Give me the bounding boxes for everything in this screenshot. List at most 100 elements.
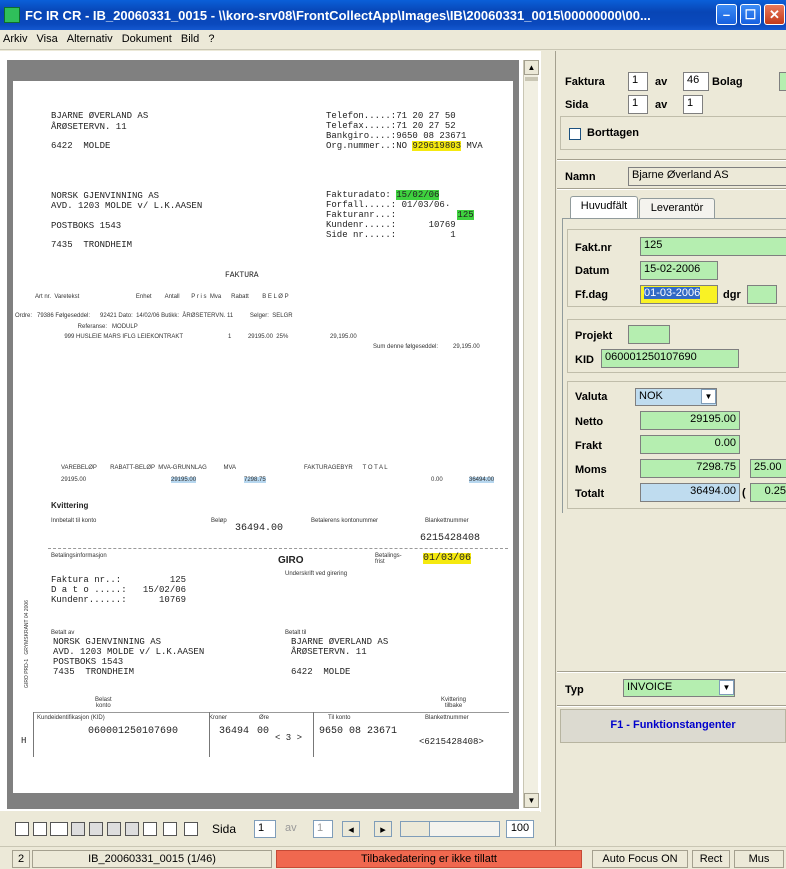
totalt-round-input[interactable]: 0.25 [750,483,786,502]
zoom-value[interactable]: 100 [506,820,534,838]
doc-belop-label: Beløp [211,518,227,524]
page-single-icon[interactable] [143,822,157,836]
sida-panel-input[interactable]: 1 [628,95,648,114]
doc-buyer-addr: AVD. 1203 MOLDE v/ L.K.AASEN [51,201,203,211]
next-page-icon[interactable] [107,822,121,836]
totalt-input[interactable]: 36494.00 [640,483,740,502]
status-rect: Rect [692,850,730,868]
doc-betalt-av: Betalt av [51,630,75,636]
page-portrait-icon[interactable] [15,822,29,836]
minimize-button[interactable]: – [716,4,737,25]
page-copy-icon[interactable] [184,822,198,836]
totalt-paren: ( [742,487,746,499]
doc-gi-seller-city: 6422 MOLDE [291,667,351,677]
doc-kroner-value: 36494 [219,726,250,737]
page-fit-icon[interactable] [33,822,47,836]
projekt-input[interactable] [628,325,670,344]
doc-side: Side nr.....: 1 [326,230,456,240]
doc-gi-kundenr: Kundenr......: 10769 [51,595,187,605]
sida-panel-label: Sida [565,99,589,111]
faktnr-input[interactable]: 125 [640,237,786,256]
maximize-button[interactable]: ☐ [740,4,761,25]
invoice-image[interactable]: BJARNE ØVERLAND AS ÅRØSETERVN. 11 6422 M… [13,81,513,793]
close-button[interactable]: ✕ [764,4,785,25]
doc-orgnr: Org.nummer..:NO 929619803 MVA [326,141,483,151]
borttagen-checkbox[interactable] [569,128,581,140]
moms-rate-input[interactable]: 25.00 [750,459,786,478]
menu-bar: Arkiv Visa Alternativ Dokument Bild ? [0,30,786,50]
doc-gi-buyer-box: POSTBOKS 1543 [53,657,124,667]
doc-betalingsinfo: Betalingsinformasjon [51,553,107,559]
vertical-scrollbar[interactable]: ▲ ▼ [523,60,539,808]
doc-kundenr: Kundenr.....: 10769 [326,220,456,230]
status-left-num: 2 [12,850,30,868]
status-mus: Mus [734,850,784,868]
doc-heading: FAKTURA [225,271,259,280]
zoom-right-icon[interactable]: ▸ [374,821,392,837]
scroll-thumb[interactable] [525,77,538,81]
typ-label: Typ [565,684,584,696]
doc-order-line: Ordre: 79386 Følgeseddel: 92421 Dato: 14… [15,313,293,319]
tab-leverantor[interactable]: Leverantör [639,198,715,218]
menu-arkiv[interactable]: Arkiv [0,30,30,45]
prev-page-icon[interactable] [89,822,103,836]
valuta-label: Valuta [575,391,608,403]
datum-input[interactable]: 15-02-2006 [640,261,718,280]
zoom-slider-thumb[interactable] [400,821,430,837]
faktura-total: 46 [683,72,709,91]
doc-totals-headers: VAREBELØP RABATT-BELØP MVA-GRUNNLAG MVA … [61,465,388,471]
status-bar: 2 IB_20060331_0015 (1/46) Tilbakedaterin… [0,846,786,869]
scroll-down-icon[interactable]: ▼ [524,793,539,808]
f1-functions-link[interactable]: F1 - Funktionstangenter [560,719,786,731]
tab-huvudfalt[interactable]: Huvudfält [570,196,638,218]
faktura-index-input[interactable]: 1 [628,72,648,91]
page-double-icon[interactable] [163,822,177,836]
menu-help[interactable]: ? [205,30,217,45]
title-bar: FC IR CR - IB_20060331_0015 - \\koro-srv… [0,0,786,30]
dgr-label: dgr [723,289,741,301]
av-value: 1 [313,820,333,838]
menu-dokument[interactable]: Dokument [119,30,175,45]
doc-underskrift: Underskrift ved girering [285,571,348,577]
doc-belop-value: 36494.00 [235,523,284,534]
doc-kvittering-tilbake: Kvittering tilbake [441,697,467,709]
doc-giro: GIRO [278,555,304,566]
moms-label: Moms [575,464,607,476]
doc-belast-konto: Belast konto [95,697,112,709]
typ-dropdown-icon[interactable]: ▼ [719,680,734,695]
doc-blankettnr-value: 6215428408 [420,533,481,544]
doc-gi-buyer-addr: AVD. 1203 MOLDE v/ L.K.AASEN [53,647,205,657]
borttagen-label: Borttagen [587,127,639,139]
doc-gi-seller-name: BJARNE ØVERLAND AS [291,637,389,647]
scroll-up-icon[interactable]: ▲ [524,60,539,75]
sida-input[interactable]: 1 [254,820,276,838]
faktura-av-label: av [655,76,668,88]
doc-fakturadato-highlight: 15/02/06 [396,190,440,200]
doc-fax: Telefax.....:71 20 27 52 [326,121,456,131]
menu-alternativ[interactable]: Alternativ [64,30,116,45]
ffdag-input[interactable]: 01-03-2006 [640,285,718,304]
moms-input[interactable]: 7298.75 [640,459,740,478]
bolag-label: Bolag [712,76,743,88]
datum-label: Datum [575,265,610,277]
pane-splitter[interactable] [540,51,556,846]
doc-seller-name: BJARNE ØVERLAND AS [51,111,149,121]
netto-label: Netto [575,416,604,428]
kid-input[interactable]: 060001250107690 [601,349,739,368]
doc-frist-value: 01/03/06 [423,553,472,564]
doc-fakturanr: Fakturanr...: 125 [326,210,474,220]
last-page-icon[interactable] [125,822,139,836]
zoom-left-icon[interactable]: ◂ [342,821,360,837]
doc-gi-fakturanr: Faktura nr..: 125 [51,575,187,585]
doc-buyer-box: POSTBOKS 1543 [51,221,122,231]
dgr-input[interactable] [747,285,777,304]
projekt-label: Projekt [575,330,613,342]
valuta-dropdown-icon[interactable]: ▼ [701,389,716,404]
menu-bild[interactable]: Bild [178,30,202,45]
frakt-input[interactable]: 0.00 [640,435,740,454]
netto-input[interactable]: 29195.00 [640,411,740,430]
menu-visa[interactable]: Visa [34,30,61,45]
bolag-input[interactable] [779,72,786,91]
first-page-icon[interactable] [71,822,85,836]
page-landscape-icon[interactable] [50,822,68,836]
